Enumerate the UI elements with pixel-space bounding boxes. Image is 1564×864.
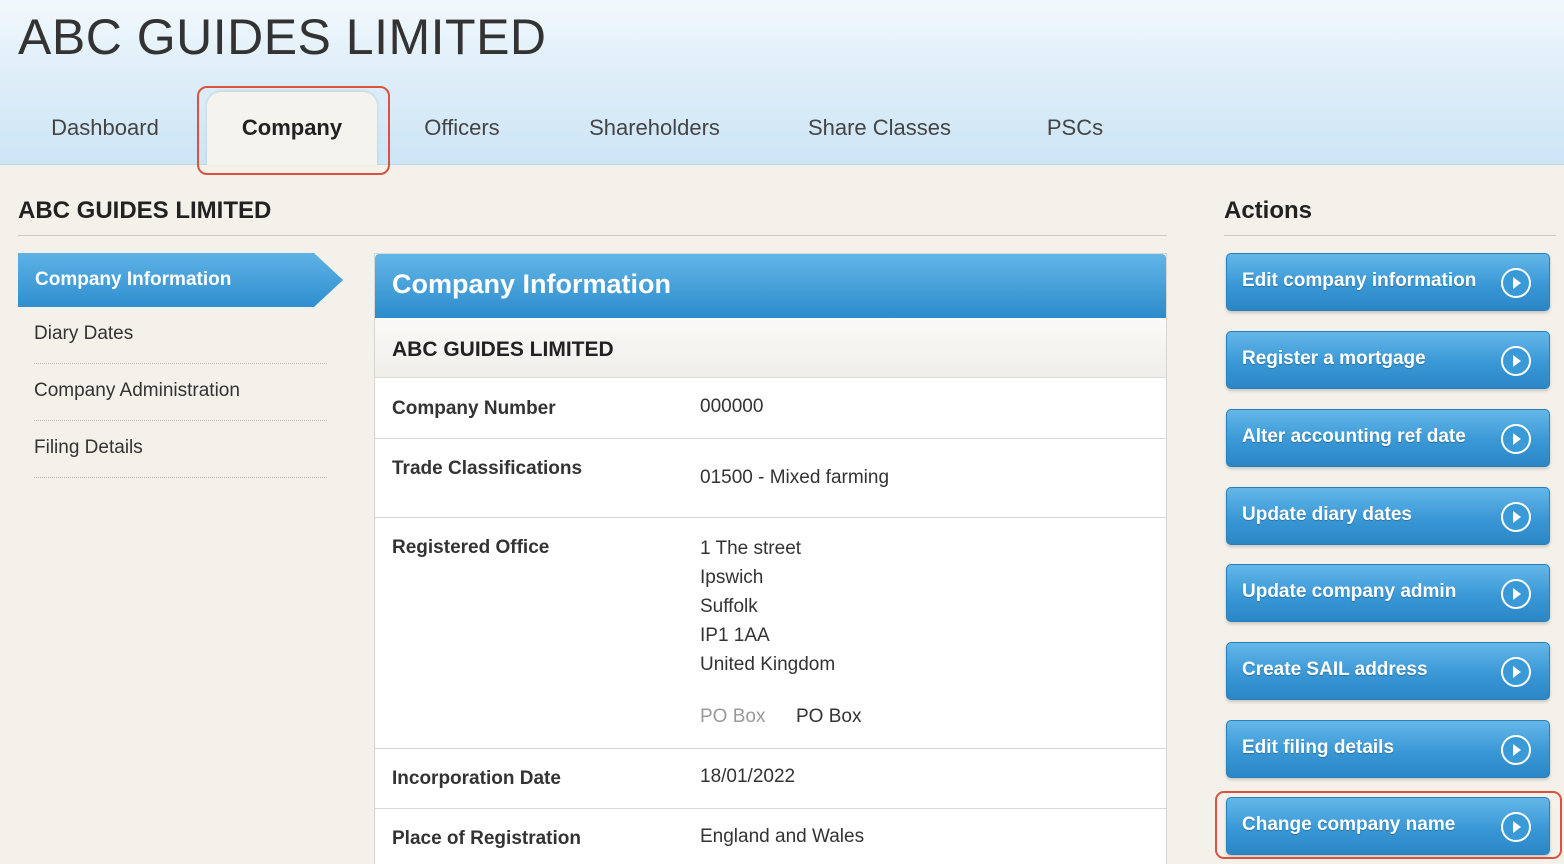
registered-office-label: Registered Office bbox=[392, 537, 550, 558]
button-label: Edit filing details bbox=[1242, 737, 1395, 758]
arrow-right-circle-icon bbox=[1501, 657, 1531, 687]
place-of-registration-label: Place of Registration bbox=[392, 828, 581, 849]
po-box-label: PO Box bbox=[700, 706, 766, 727]
actions-divider bbox=[1224, 235, 1556, 236]
panel-title: Company Information bbox=[392, 269, 672, 299]
nav-item-company-administration[interactable]: Company Administration bbox=[34, 380, 240, 402]
app-title: ABC GUIDES LIMITED bbox=[18, 9, 547, 65]
button-label: Edit company information bbox=[1242, 270, 1477, 291]
button-label: Register a mortgage bbox=[1242, 348, 1426, 369]
panel-subheader: ABC GUIDES LIMITED bbox=[375, 318, 1166, 378]
address-line-1: 1 The street bbox=[700, 538, 802, 559]
place-of-registration-value: England and Wales bbox=[700, 826, 865, 847]
arrow-right-circle-icon bbox=[1501, 346, 1531, 376]
actions-title: Actions bbox=[1224, 197, 1313, 224]
company-name: ABC GUIDES LIMITED bbox=[392, 338, 614, 361]
button-label: Create SAIL address bbox=[1242, 659, 1428, 680]
trade-classifications-label: Trade Classifications bbox=[392, 458, 583, 479]
arrow-right-circle-icon bbox=[1501, 735, 1531, 765]
tab-officers[interactable]: Officers bbox=[397, 92, 527, 165]
edit-company-information-button[interactable]: Edit company information bbox=[1226, 253, 1550, 311]
company-information-panel: Company Information ABC GUIDES LIMITED C… bbox=[374, 253, 1167, 864]
tab-share-classes[interactable]: Share Classes bbox=[782, 92, 977, 165]
update-company-admin-button[interactable]: Update company admin bbox=[1226, 564, 1550, 622]
row-divider bbox=[375, 748, 1166, 749]
arrow-right-circle-icon bbox=[1501, 579, 1531, 609]
address-line-5: United Kingdom bbox=[700, 654, 836, 675]
arrow-right-circle-icon bbox=[1501, 812, 1531, 842]
alter-accounting-ref-date-button[interactable]: Alter accounting ref date bbox=[1226, 409, 1550, 467]
arrow-right-circle-icon bbox=[1501, 424, 1531, 454]
create-sail-address-button[interactable]: Create SAIL address bbox=[1226, 642, 1550, 700]
register-mortgage-button[interactable]: Register a mortgage bbox=[1226, 331, 1550, 389]
arrow-right-circle-icon bbox=[1501, 268, 1531, 298]
row-divider bbox=[375, 517, 1166, 518]
tab-pscs[interactable]: PSCs bbox=[1020, 92, 1130, 165]
row-divider bbox=[375, 808, 1166, 809]
section-divider bbox=[18, 235, 1167, 236]
address-line-2: Ipswich bbox=[700, 567, 764, 588]
incorporation-date-label: Incorporation Date bbox=[392, 768, 561, 789]
button-label: Change company name bbox=[1242, 814, 1456, 835]
tab-shareholders[interactable]: Shareholders bbox=[567, 92, 742, 165]
po-box-value: PO Box bbox=[796, 706, 862, 727]
nav-divider bbox=[34, 477, 327, 478]
nav-item-company-information[interactable]: Company Information bbox=[18, 253, 343, 307]
tab-dashboard[interactable]: Dashboard bbox=[20, 92, 190, 165]
update-diary-dates-button[interactable]: Update diary dates bbox=[1226, 487, 1550, 545]
incorporation-date-value: 18/01/2022 bbox=[700, 766, 796, 787]
trade-classifications-value: 01500 - Mixed farming bbox=[700, 467, 890, 488]
button-label: Update diary dates bbox=[1242, 504, 1412, 525]
panel-header: Company Information bbox=[375, 254, 1166, 318]
button-label: Alter accounting ref date bbox=[1242, 426, 1466, 447]
change-company-name-button[interactable]: Change company name bbox=[1226, 797, 1550, 855]
page-title: ABC GUIDES LIMITED bbox=[18, 197, 272, 224]
tab-company[interactable]: Company bbox=[207, 92, 377, 165]
nav-item-diary-dates[interactable]: Diary Dates bbox=[34, 323, 133, 345]
address-line-4: IP1 1AA bbox=[700, 625, 770, 646]
nav-item-filing-details[interactable]: Filing Details bbox=[34, 437, 143, 459]
edit-filing-details-button[interactable]: Edit filing details bbox=[1226, 720, 1550, 778]
button-label: Update company admin bbox=[1242, 581, 1457, 602]
company-number-value: 000000 bbox=[700, 396, 764, 417]
company-number-label: Company Number bbox=[392, 398, 556, 419]
app-header: ABC GUIDES LIMITED Dashboard Company Off… bbox=[0, 0, 1564, 165]
arrow-right-circle-icon bbox=[1501, 502, 1531, 532]
address-line-3: Suffolk bbox=[700, 596, 758, 617]
nav-divider bbox=[34, 363, 327, 364]
row-divider bbox=[375, 438, 1166, 439]
nav-divider bbox=[34, 420, 327, 421]
